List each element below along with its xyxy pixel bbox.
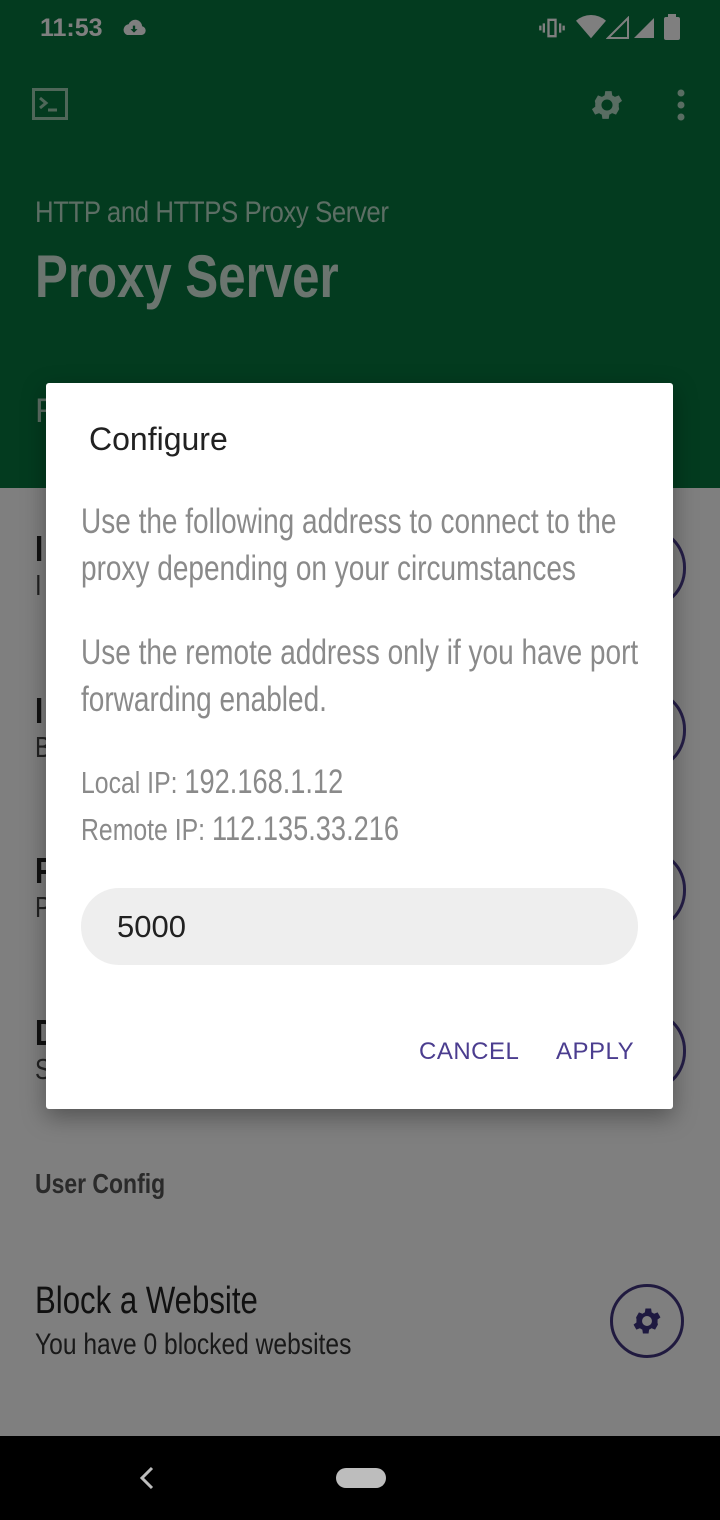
dialog-message-remote: Use the remote address only if you have … <box>81 633 639 719</box>
local-ip-value: 192.168.1.12 <box>184 763 344 801</box>
apply-button[interactable]: APPLY <box>556 1038 634 1066</box>
local-ip-label: Local IP: <box>81 765 185 800</box>
remote-ip-line: Remote IP: 112.135.33.216 <box>81 810 399 849</box>
configure-dialog: Configure Use the following address to c… <box>46 383 673 1109</box>
local-ip-line: Local IP: 192.168.1.12 <box>81 763 343 802</box>
remote-ip-label: Remote IP: <box>81 812 212 847</box>
dialog-title: Configure <box>89 421 228 457</box>
back-icon[interactable] <box>136 1464 158 1492</box>
home-pill-icon[interactable] <box>336 1468 386 1488</box>
remote-ip-value: 112.135.33.216 <box>211 810 400 848</box>
cancel-button[interactable]: CANCEL <box>419 1038 519 1066</box>
port-input[interactable] <box>81 888 638 965</box>
dialog-message-connect: Use the following address to connect to … <box>81 502 617 588</box>
